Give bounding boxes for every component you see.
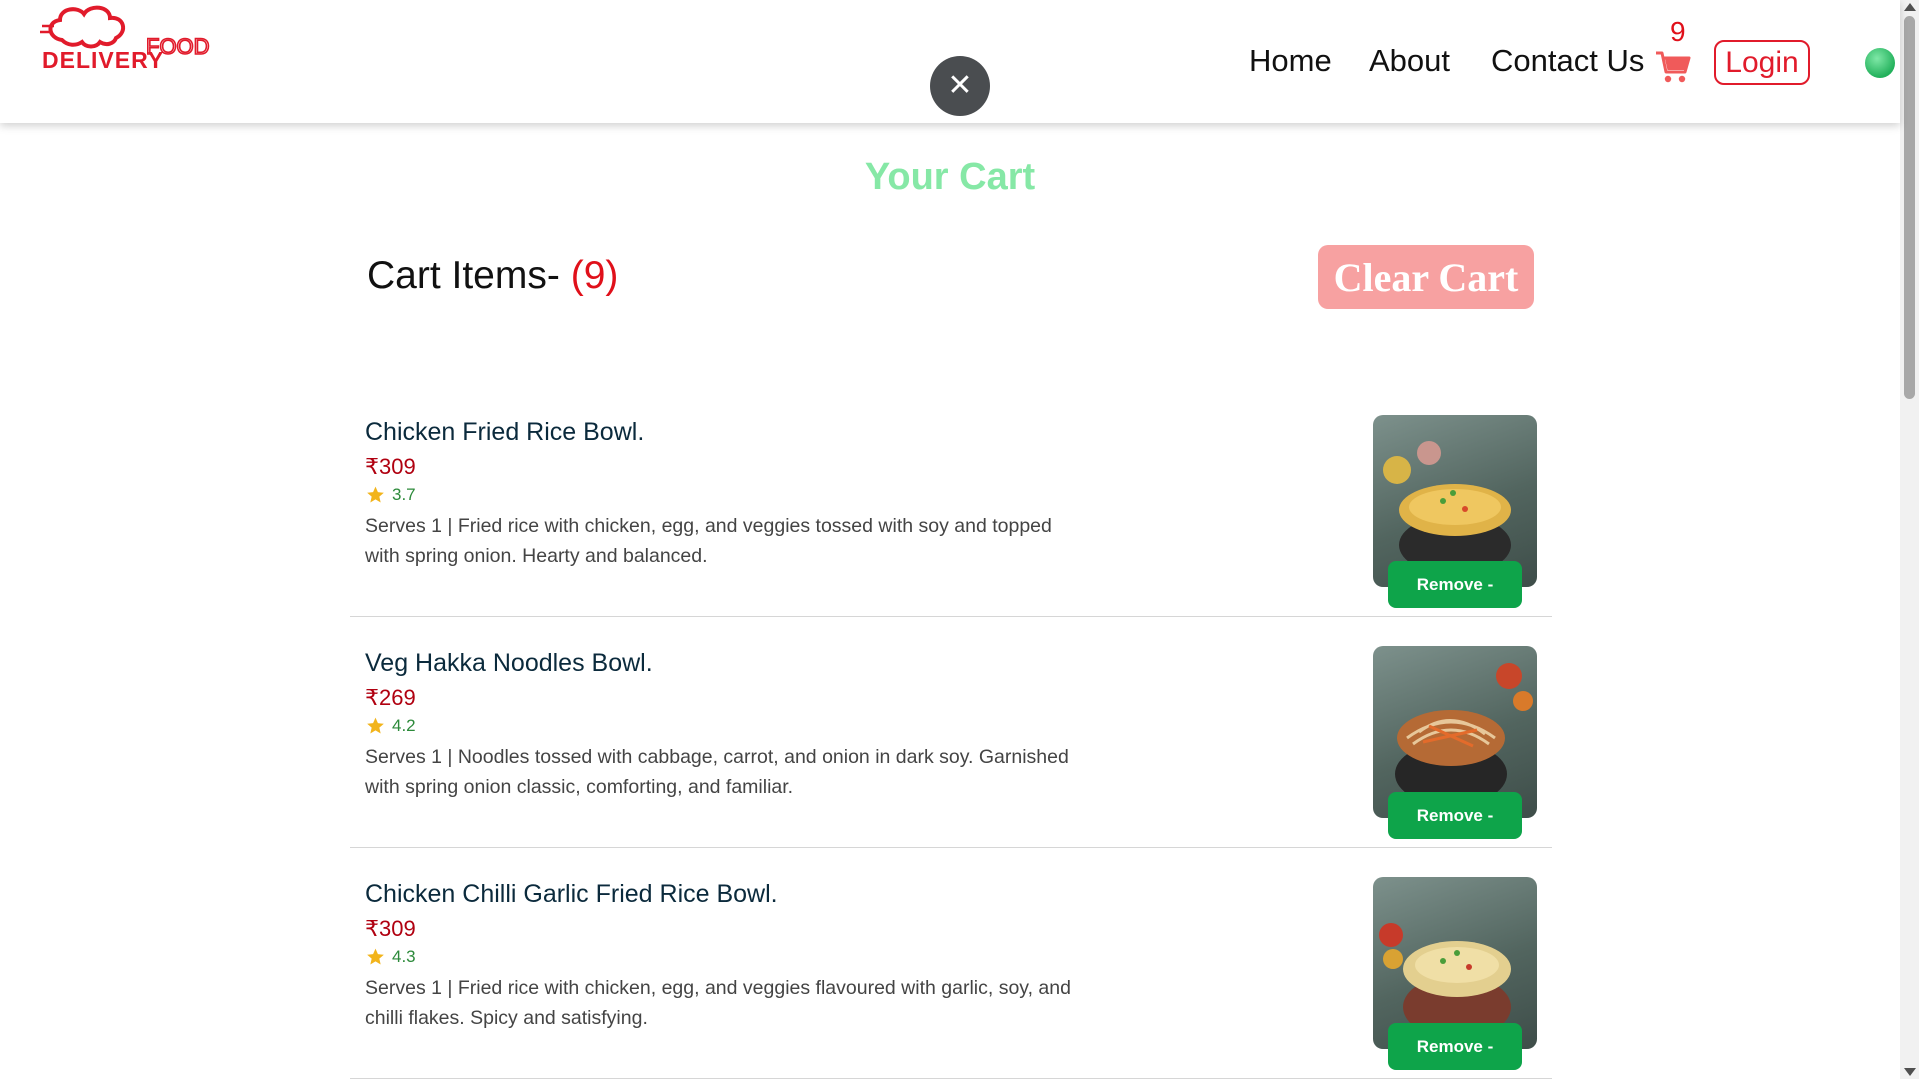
cart-items-label: Cart Items-	[367, 254, 560, 297]
nav-home[interactable]: Home	[1249, 43, 1332, 87]
remove-button[interactable]: Remove -	[1388, 561, 1522, 608]
cart-items-heading: Cart Items- (9)	[367, 254, 618, 298]
rating-value: 3.7	[392, 485, 416, 504]
chef-hat-logo-icon	[40, 5, 126, 49]
item-price: ₹309	[365, 916, 416, 941]
scrollbar[interactable]	[1900, 0, 1919, 1079]
item-rating: 4.2	[365, 716, 416, 736]
cart-icon[interactable]	[1655, 50, 1691, 84]
scroll-down-arrow-icon[interactable]	[1904, 1068, 1916, 1076]
item-description: Serves 1 | Noodles tossed with cabbage, …	[365, 746, 1069, 798]
close-icon: ✕	[947, 68, 973, 103]
cart-count-badge: 9	[1670, 16, 1686, 47]
star-icon	[367, 486, 384, 503]
login-button[interactable]: Login	[1714, 40, 1810, 85]
cart-item: Veg Hakka Noodles Bowl. ₹269 4.2 Serves …	[350, 617, 1552, 848]
item-rating: 3.7	[365, 485, 416, 505]
item-price: ₹309	[365, 454, 416, 479]
item-description: Serves 1 | Fried rice with chicken, egg,…	[365, 515, 1052, 567]
star-icon	[367, 948, 384, 965]
scroll-thumb[interactable]	[1904, 16, 1915, 399]
item-rating: 4.3	[365, 947, 416, 967]
logo-delivery-text: DELIVERY	[42, 47, 164, 72]
item-description: Serves 1 | Fried rice with chicken, egg,…	[365, 977, 1071, 1029]
item-price: ₹269	[365, 685, 416, 710]
clear-cart-button[interactable]: Clear Cart	[1318, 245, 1534, 309]
page-title: Your Cart	[864, 156, 1036, 198]
cart-items-count: (9)	[570, 254, 619, 297]
item-name: Chicken Fried Rice Bowl.	[365, 418, 645, 446]
item-name: Veg Hakka Noodles Bowl.	[365, 649, 653, 677]
remove-button[interactable]: Remove -	[1388, 792, 1522, 839]
star-icon	[367, 717, 384, 734]
status-dot-icon	[1865, 48, 1895, 78]
nav-contact-us[interactable]: Contact Us	[1491, 43, 1644, 87]
scroll-up-arrow-icon[interactable]	[1904, 3, 1916, 11]
nav-about[interactable]: About	[1369, 43, 1450, 87]
cart-item: Chicken Fried Rice Bowl. ₹309 3.7 Serves…	[350, 386, 1552, 617]
cart-item: Chicken Chilli Garlic Fried Rice Bowl. ₹…	[350, 848, 1552, 1079]
remove-button[interactable]: Remove -	[1388, 1023, 1522, 1070]
item-name: Chicken Chilli Garlic Fried Rice Bowl.	[365, 880, 778, 908]
rating-value: 4.2	[392, 716, 416, 735]
close-button[interactable]: ✕	[930, 56, 990, 116]
logo[interactable]: FOOD DELIVERY	[38, 2, 260, 72]
rating-value: 4.3	[392, 947, 416, 966]
